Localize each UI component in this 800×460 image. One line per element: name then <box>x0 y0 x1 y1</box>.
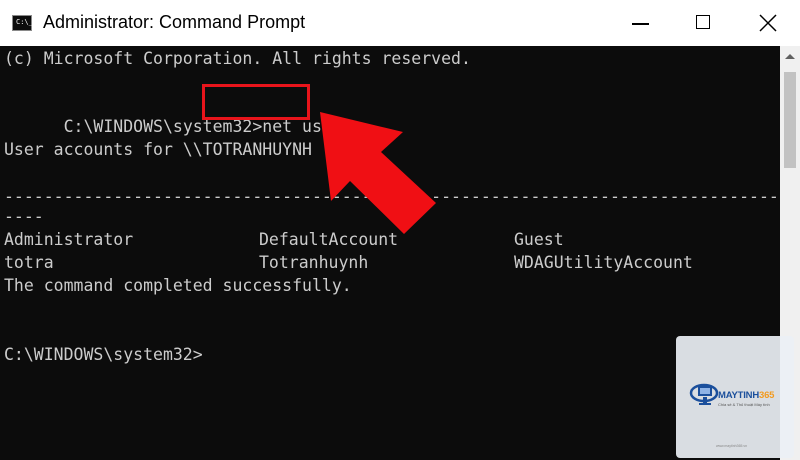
maytinh365-logo-icon <box>689 383 718 405</box>
watermark-brand: MAYTINH365 <box>718 390 775 401</box>
watermark-tagline: Chia sẻ & Thủ thuật Máy tính <box>718 402 770 407</box>
watermark-logo: MAYTINH365 Chia sẻ & Thủ thuật Máy tính … <box>676 336 794 458</box>
watermark-footer: www.maytinh365.vn <box>716 444 748 448</box>
